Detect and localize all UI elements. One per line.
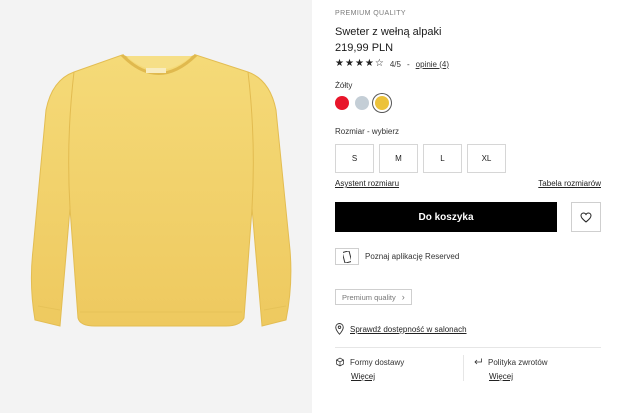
returns-more-link[interactable]: Więcej (489, 372, 548, 381)
store-availability[interactable]: Sprawdź dostępność w salonach (335, 323, 467, 335)
reviews-link[interactable]: opinie (4) (416, 60, 449, 69)
rating-stars: ★ ★ ★ ★ ☆ (335, 59, 384, 69)
wishlist-button[interactable] (571, 202, 601, 232)
delivery-label: Formy dostawy (350, 357, 405, 367)
delivery-info: Formy dostawy Więcej (335, 357, 404, 381)
size-label: Rozmiar - wybierz (335, 127, 400, 136)
size-button-m[interactable]: M (379, 144, 418, 173)
rating-score: 4/5 (389, 59, 401, 69)
rating-separator: - (406, 59, 410, 69)
size-button-l[interactable]: L (423, 144, 462, 173)
star-full-icon: ★ (335, 58, 344, 69)
vertical-divider (463, 355, 464, 381)
package-icon (336, 357, 344, 367)
app-promo-text: Poznaj aplikację Reserved (365, 252, 460, 261)
star-empty-icon: ☆ (374, 58, 384, 69)
product-info: PREMIUM QUALITY Sweter z wełną alpaki 21… (335, 0, 605, 413)
returns-label: Polityka zwrotów (488, 357, 548, 367)
product-title: Sweter z wełną alpaki (335, 26, 442, 38)
size-button-s[interactable]: S (335, 144, 374, 173)
brand-tag: PREMIUM QUALITY (335, 10, 406, 17)
product-image[interactable] (0, 0, 312, 413)
chevron-right-icon: › (401, 292, 405, 302)
color-swatch-light-blue[interactable] (355, 96, 369, 110)
phone-icon (343, 250, 351, 263)
size-button-xl[interactable]: XL (467, 144, 506, 173)
size-links: Asystent rozmiaru Tabela rozmiarów (335, 179, 601, 188)
premium-quality-label: Premium quality (342, 292, 396, 302)
star-full-icon: ★ (364, 58, 374, 69)
phone-icon-box (335, 248, 359, 265)
size-assistant-link[interactable]: Asystent rozmiaru (335, 179, 399, 188)
color-swatch-red[interactable] (335, 96, 349, 110)
size-table-link[interactable]: Tabela rozmiarów (538, 179, 601, 188)
rating-row: ★ ★ ★ ★ ☆ 4/5 - opinie (4) (335, 59, 449, 69)
app-promo[interactable]: Poznaj aplikację Reserved (335, 248, 459, 265)
store-availability-link[interactable]: Sprawdź dostępność w salonach (350, 325, 467, 334)
return-arrow-icon (474, 358, 482, 365)
sweater-illustration (30, 53, 292, 327)
delivery-more-link[interactable]: Więcej (351, 372, 404, 381)
divider (335, 347, 601, 348)
location-pin-icon (335, 323, 344, 335)
color-swatches (335, 96, 389, 110)
color-label: Żółty (335, 81, 353, 90)
star-full-icon: ★ (344, 58, 354, 69)
color-swatch-yellow-selected[interactable] (375, 96, 389, 110)
heart-icon (580, 211, 592, 223)
product-price: 219,99 PLN (335, 42, 394, 54)
size-options: S M L XL (335, 144, 506, 173)
star-full-icon: ★ (354, 58, 364, 69)
add-to-cart-button[interactable]: Do koszyka (335, 202, 557, 232)
returns-info: Polityka zwrotów Więcej (473, 357, 548, 381)
premium-quality-tag[interactable]: Premium quality › (335, 289, 412, 305)
